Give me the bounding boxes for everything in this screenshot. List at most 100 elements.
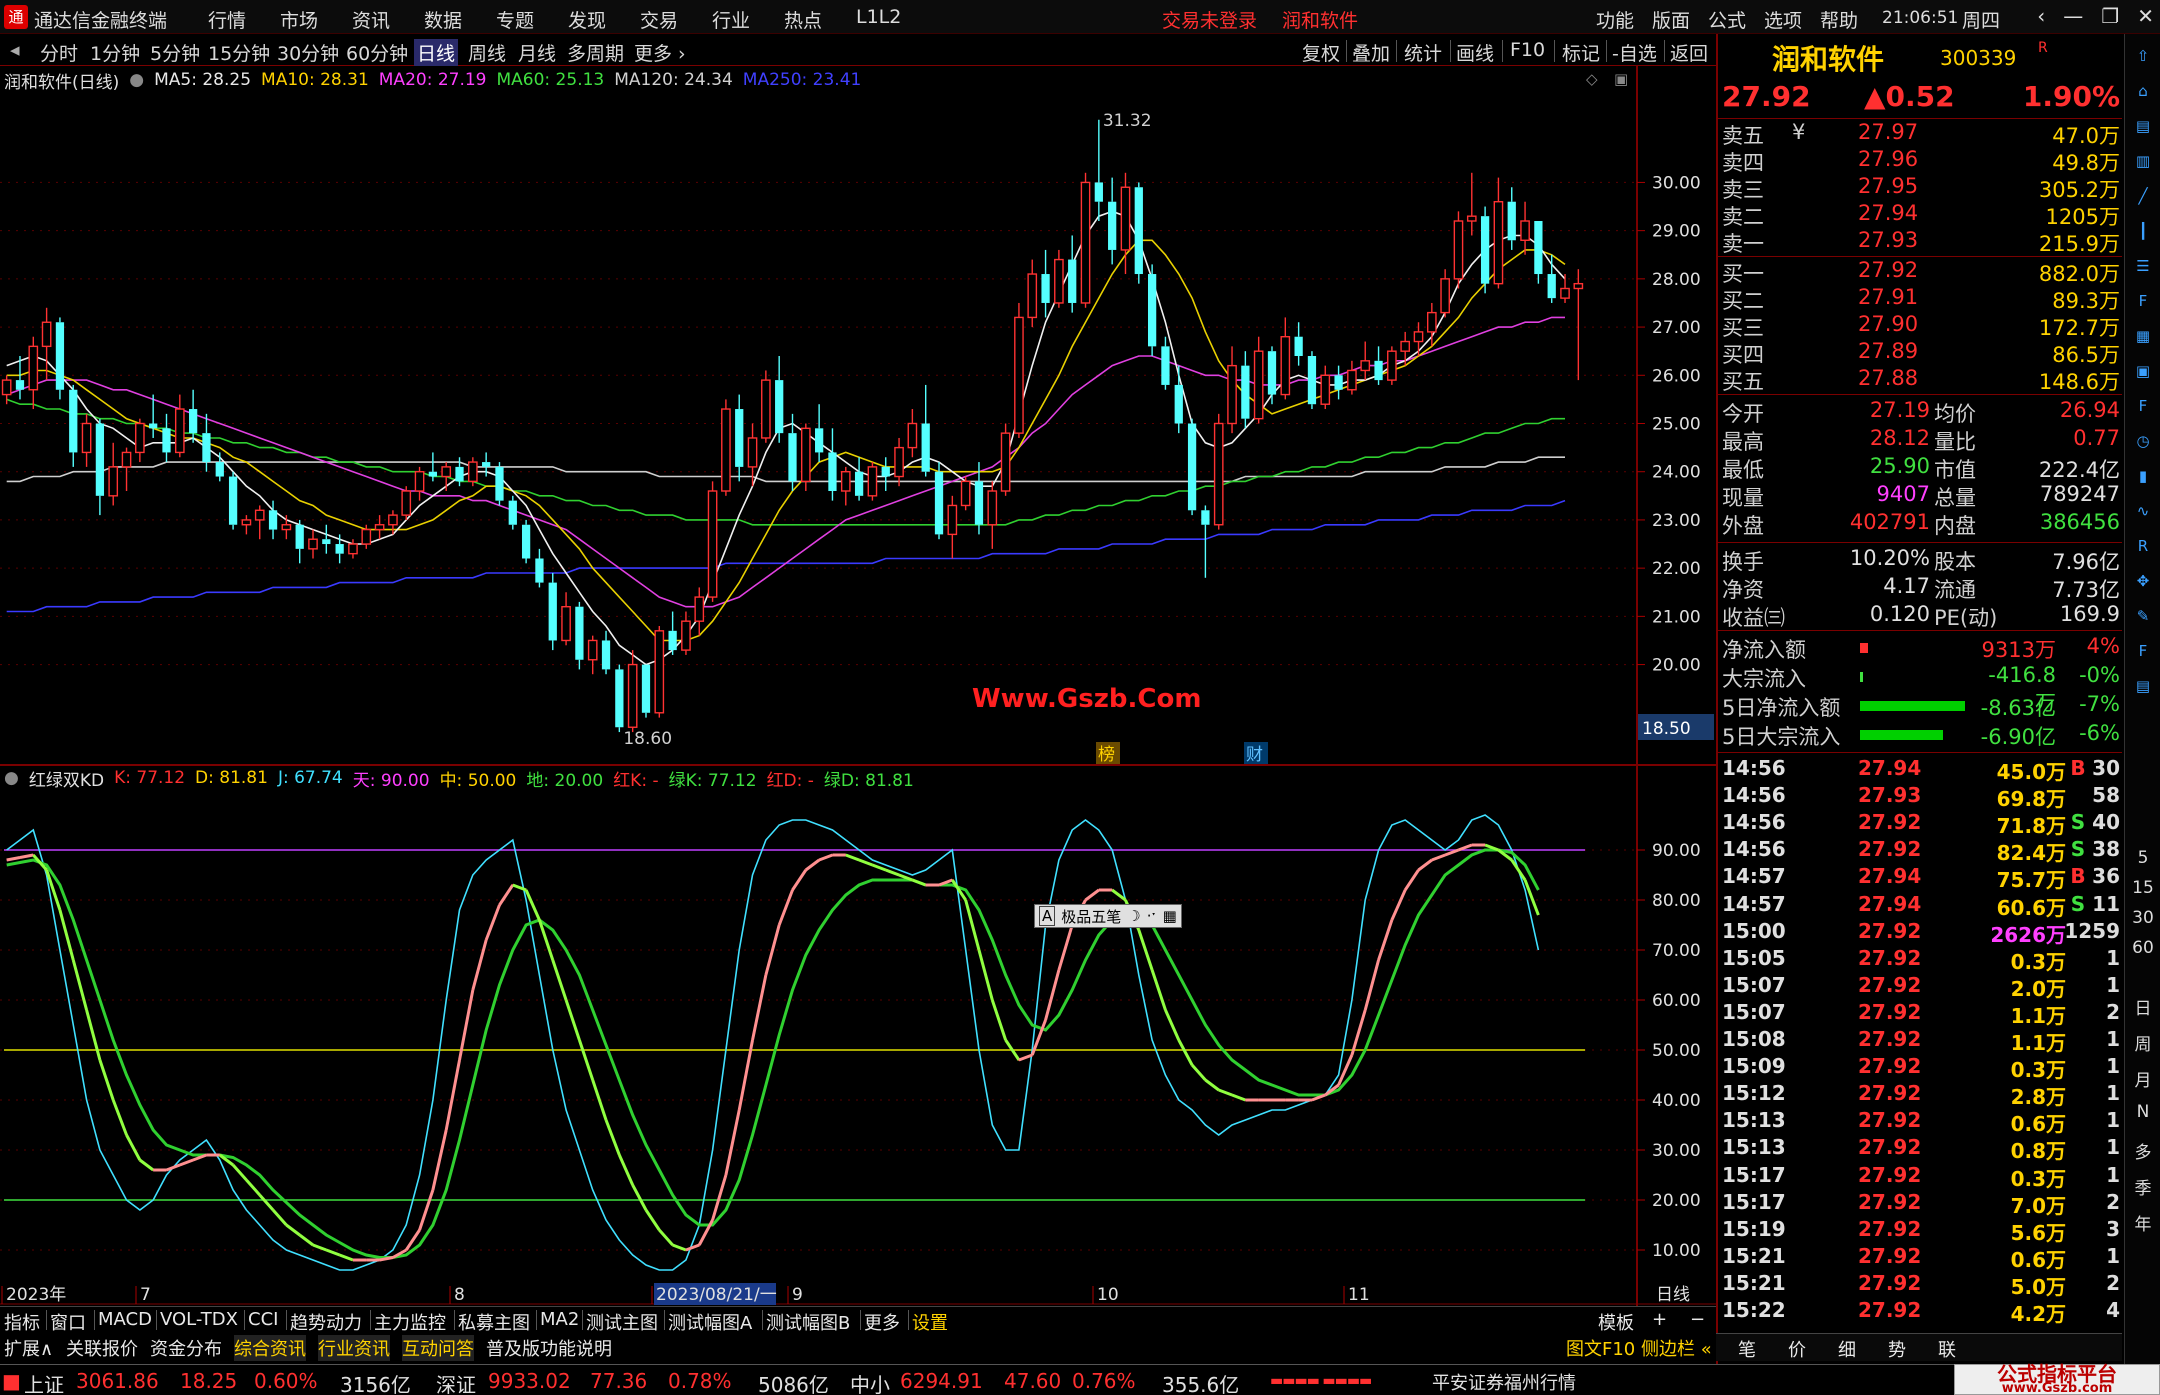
menu-data[interactable]: 数据 [424, 6, 462, 33]
ime-moon-icon[interactable]: ☽ [1127, 907, 1140, 925]
indicator-tab-tool[interactable]: 模板 [1598, 1309, 1634, 1335]
indicator-tab[interactable]: VOL-TDX [160, 1309, 238, 1330]
rsi-icon[interactable]: R [2131, 534, 2155, 558]
indicator-tab[interactable]: 测试幅图A [668, 1309, 752, 1335]
side-period-30[interactable]: 30 [2127, 908, 2159, 928]
kline-chart-area[interactable]: 30.00 29.00 28.00 27.00 26.00 25.00 24.00 23.00… [0, 66, 1716, 1306]
menu-help[interactable]: 帮助 [1820, 6, 1858, 33]
list-icon[interactable]: ☰ [2131, 254, 2155, 278]
side-period-tab[interactable]: N [2127, 1102, 2159, 1122]
quote-tab[interactable]: 价 [1788, 1336, 1806, 1362]
bid-row[interactable]: 买二 27.91 89.3万 [1718, 285, 2122, 313]
menu-topic[interactable]: 专题 [496, 6, 534, 33]
zx-index-label[interactable]: 中小 [850, 1369, 890, 1395]
marker-finance[interactable]: 财 [1246, 745, 1263, 765]
indicator-tab[interactable]: 趋势动力 [290, 1309, 362, 1335]
indicator-tab[interactable]: 私募主图 [458, 1309, 530, 1335]
info-tab[interactable]: 关联报价 [66, 1335, 138, 1361]
ask-row[interactable]: 卖三 27.95 305.2万 [1718, 174, 2122, 202]
period-tab-60min[interactable]: 60分钟 [346, 39, 408, 66]
sidebar-toggle[interactable]: 图文F10 侧边栏 « [1566, 1335, 1712, 1361]
up-arrow-icon[interactable]: ⇧ [2131, 44, 2155, 68]
tbl-icon[interactable]: ▤ [2131, 674, 2155, 698]
info-tab[interactable]: 扩展∧ [4, 1335, 53, 1361]
tool-watchlist[interactable]: -自选 [1612, 39, 1657, 66]
menu-news[interactable]: 资讯 [352, 6, 390, 33]
ime-a-icon[interactable]: A [1039, 906, 1056, 926]
info-tab[interactable]: 行业资讯 [318, 1335, 390, 1361]
tool-f10[interactable]: F10 [1510, 39, 1545, 61]
quote-tab[interactable]: 细 [1838, 1336, 1856, 1362]
indicator-tab-tool[interactable]: − [1690, 1309, 1705, 1330]
ime-keyboard-icon[interactable]: ▦ [1163, 907, 1177, 925]
period-tab-intraday[interactable]: 分时 [40, 39, 78, 66]
bid-row[interactable]: 买三 27.90 172.7万 [1718, 312, 2122, 340]
f10-icon[interactable]: F [2131, 289, 2155, 313]
grid-icon[interactable]: ▦ [2131, 324, 2155, 348]
period-tab-multi[interactable]: 多周期 [567, 39, 624, 66]
quote-tab[interactable]: 笔 [1738, 1336, 1756, 1362]
news-icon[interactable]: ▣ [2131, 359, 2155, 383]
menu-formula[interactable]: 公式 [1708, 6, 1746, 33]
period-tab-1min[interactable]: 1分钟 [90, 39, 140, 66]
restore-icon[interactable]: ❐ [2101, 4, 2119, 28]
side-period-tab[interactable]: 日 [2127, 994, 2159, 1019]
minimize-icon[interactable]: — [2063, 4, 2083, 28]
period-tab-monthly[interactable]: 月线 [518, 39, 556, 66]
fs2-icon[interactable]: F [2131, 639, 2155, 663]
indicator-tab-tool[interactable]: + [1652, 1309, 1667, 1330]
move-icon[interactable]: ✥ [2131, 569, 2155, 593]
doc-icon[interactable]: ▤ [2131, 114, 2155, 138]
tool-statistics[interactable]: 统计 [1404, 39, 1442, 66]
menu-industry[interactable]: 行业 [712, 6, 750, 33]
menu-l1l2[interactable]: L1L2 [856, 6, 901, 28]
bid-row[interactable]: 买五 27.88 148.6万 [1718, 366, 2122, 394]
quote-tab[interactable]: 联 [1938, 1336, 1956, 1362]
chart-icon[interactable]: ▥ [2131, 149, 2155, 173]
indicator-tab[interactable]: MA2 [540, 1309, 579, 1330]
side-period-15[interactable]: 15 [2127, 878, 2159, 898]
side-period-tab[interactable]: 周 [2127, 1030, 2159, 1055]
ask-row[interactable]: 卖四 27.96 49.8万 [1718, 147, 2122, 175]
info-tab[interactable]: 资金分布 [150, 1335, 222, 1361]
clock-icon[interactable]: ◷ [2131, 429, 2155, 453]
bid-row[interactable]: 买四 27.89 86.5万 [1718, 339, 2122, 367]
side-period-tab[interactable]: 多 [2127, 1138, 2159, 1163]
menu-market[interactable]: 市场 [280, 6, 318, 33]
tool-restore-rights[interactable]: 复权 [1302, 39, 1340, 66]
ask-row[interactable]: 卖一 27.93 215.9万 [1718, 228, 2122, 256]
indicator-tab[interactable]: 测试幅图B [766, 1309, 850, 1335]
tool-back[interactable]: 返回 [1670, 39, 1708, 66]
indicator-tab[interactable]: MACD [98, 1309, 152, 1330]
bars-icon[interactable]: ▮ [2131, 464, 2155, 488]
sz-index-label[interactable]: 深证 [436, 1369, 476, 1395]
wave-icon[interactable]: ∿ [2131, 499, 2155, 523]
side-period-5[interactable]: 5 [2127, 848, 2159, 868]
indicator-tab[interactable]: 窗口 [50, 1309, 86, 1335]
side-period-tab[interactable]: 年 [2127, 1210, 2159, 1235]
bid-row[interactable]: 买一 27.92 882.0万 [1718, 258, 2122, 286]
menu-trade[interactable]: 交易 [640, 6, 678, 33]
indicator-tab[interactable]: CCI [248, 1309, 278, 1330]
ask-row[interactable]: 卖五 27.97 47.0万 ¥ [1718, 120, 2122, 148]
menu-options[interactable]: 选项 [1764, 6, 1802, 33]
marker-rank[interactable]: 榜 [1098, 745, 1115, 765]
side-period-tab[interactable]: 季 [2127, 1174, 2159, 1199]
ask-row[interactable]: 卖二 27.94 1205万 [1718, 201, 2122, 229]
period-tab-15min[interactable]: 15分钟 [208, 39, 270, 66]
pen-icon[interactable]: ✎ [2131, 604, 2155, 628]
legend-dot-icon[interactable]: ● [4, 768, 19, 788]
period-tab-5min[interactable]: 5分钟 [150, 39, 200, 66]
tool-draw[interactable]: 画线 [1456, 39, 1494, 66]
period-tab-more[interactable]: 更多 › [634, 39, 686, 66]
login-status[interactable]: 交易未登录 [1162, 6, 1257, 33]
side-period-tab[interactable]: 月 [2127, 1066, 2159, 1091]
menu-hot[interactable]: 热点 [784, 6, 822, 33]
period-tab-30min[interactable]: 30分钟 [277, 39, 339, 66]
info-tab[interactable]: 综合资讯 [234, 1335, 306, 1361]
indicator-tab[interactable]: 主力监控 [374, 1309, 446, 1335]
home-icon[interactable]: ⌂ [2131, 79, 2155, 103]
menu-layout[interactable]: 版面 [1652, 6, 1690, 33]
candle-icon[interactable]: ┃ [2131, 219, 2155, 243]
indicator-tab[interactable]: 指标 [4, 1309, 40, 1335]
